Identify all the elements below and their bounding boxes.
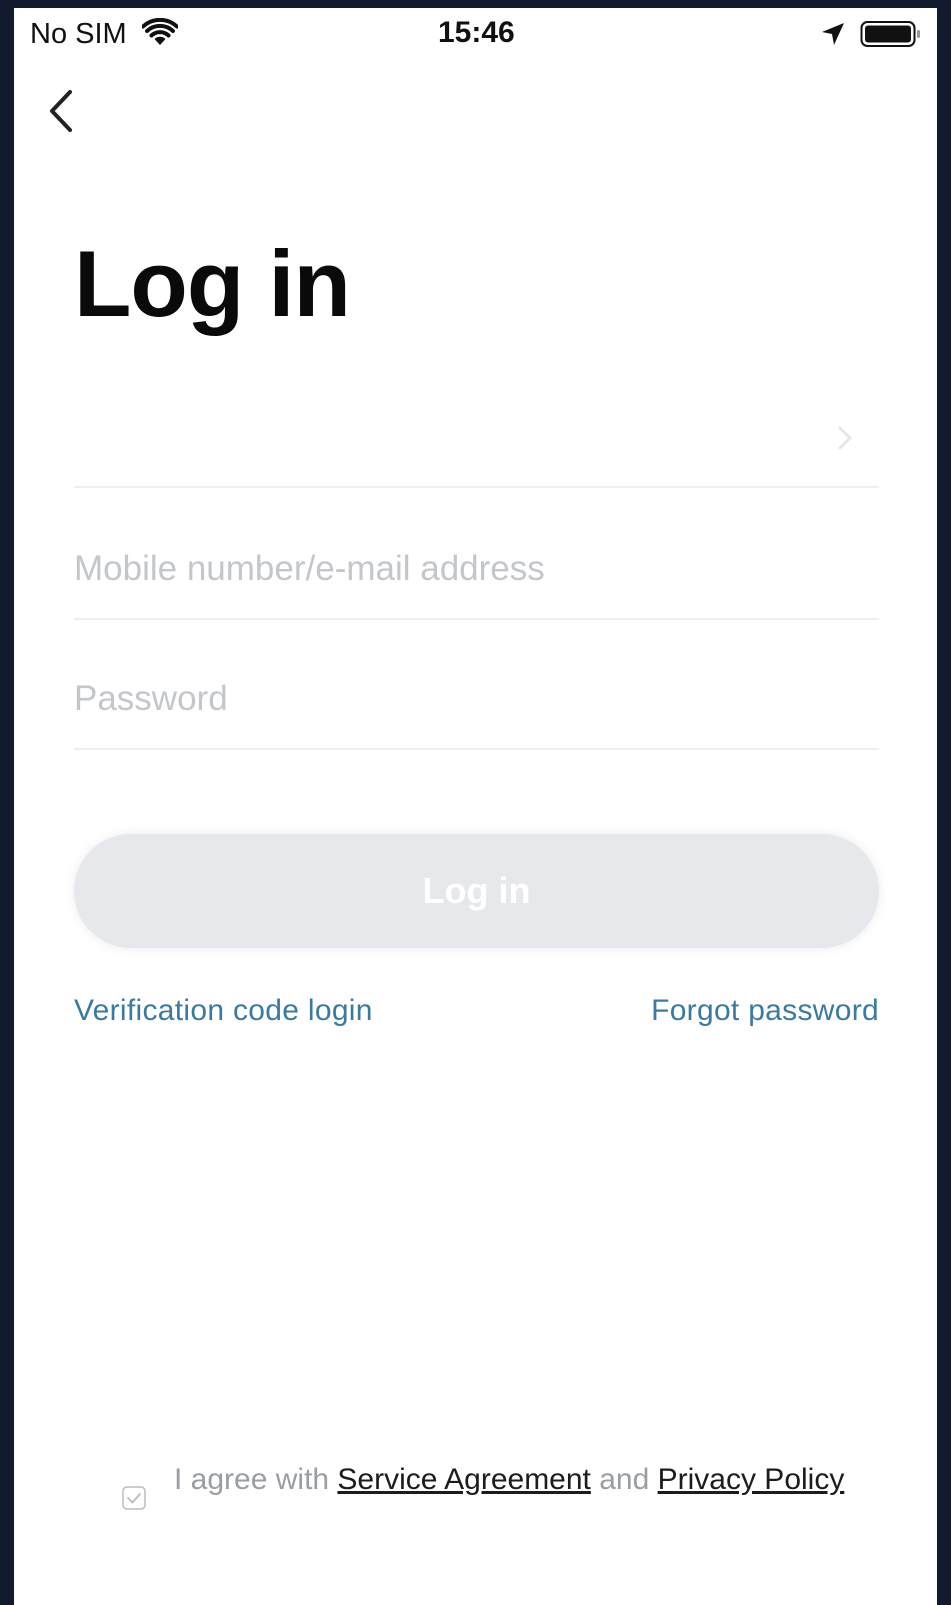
email-field-container [74,528,879,620]
status-bar: No SIM 15:46 [14,8,937,58]
agreement-prefix: I agree with [174,1463,338,1496]
back-button[interactable] [42,86,86,136]
password-field-container [74,658,879,750]
carrier-label: No SIM [30,18,127,50]
page-title: Log in [74,231,351,336]
chevron-right-icon [838,426,853,450]
agreement-text: I agree with Service Agreement and Priva… [174,1461,874,1499]
privacy-policy-link[interactable]: Privacy Policy [658,1463,845,1496]
agreement-checkbox[interactable] [122,1486,146,1510]
agreement-conjunction: and [590,1463,658,1496]
clock-time: 15:46 [438,16,515,49]
app-screen: No SIM 15:46 Log in Log in [14,8,937,1605]
region-selector[interactable] [74,386,879,488]
service-agreement-link[interactable]: Service Agreement [337,1463,590,1496]
verification-code-login-link[interactable]: Verification code login [74,994,373,1028]
location-arrow-icon [822,23,844,45]
forgot-password-link[interactable]: Forgot password [651,994,879,1028]
chevron-left-icon [50,90,72,132]
email-input[interactable] [74,542,854,596]
wifi-icon [142,18,178,45]
password-input[interactable] [74,672,854,726]
battery-icon [860,21,920,47]
login-button[interactable]: Log in [74,834,879,948]
